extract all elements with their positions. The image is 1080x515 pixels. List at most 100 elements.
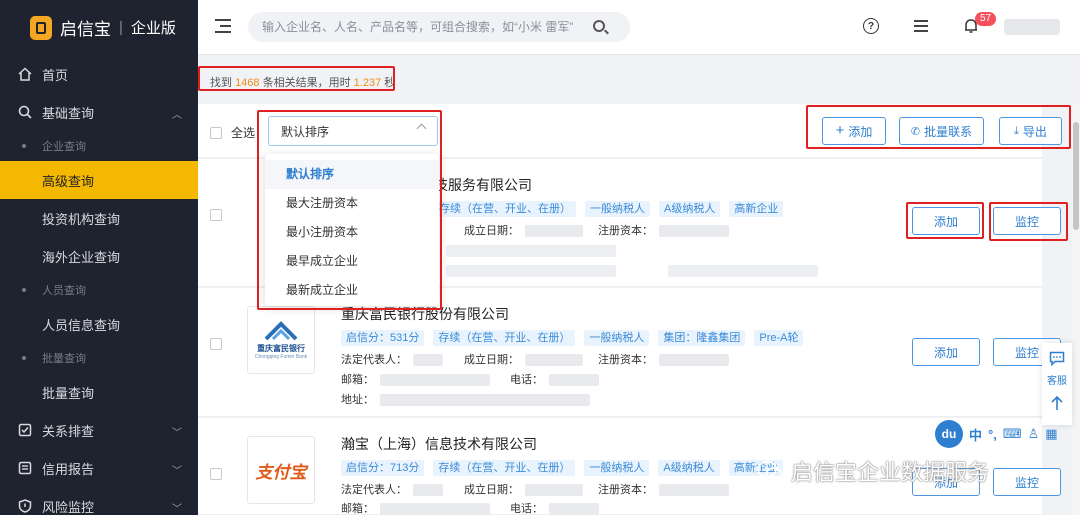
sidebar-item-credit-report[interactable]: 信用报告 ﹀	[0, 449, 198, 487]
sort-option-max-capital[interactable]: 最大注册资本	[265, 189, 439, 218]
logo-text: 支付宝	[255, 462, 307, 482]
add-button[interactable]: + 添加	[822, 117, 886, 145]
sidebar-item-risk-monitor[interactable]: 风险监控 ﹀	[0, 487, 198, 515]
chevron-down-icon: ﹀	[172, 466, 182, 477]
brand-name: 启信宝	[60, 20, 111, 39]
sidebar-item-label: 首页	[42, 67, 69, 83]
chevron-up-icon: ︿	[172, 110, 182, 121]
redacted-info	[668, 265, 818, 277]
keyboard-icon[interactable]: ⌨	[1003, 426, 1022, 442]
sort-option-newest[interactable]: 最新成立企业	[265, 276, 439, 305]
tag: 启信分：531分	[341, 330, 425, 346]
row-checkbox[interactable]	[210, 209, 222, 221]
user-icon[interactable]: ♙	[1028, 426, 1040, 442]
add-button[interactable]: 添加	[912, 338, 980, 366]
company-name[interactable]: 瀚宝（上海）信息技术有限公司	[341, 434, 537, 454]
tag: 一般纳税人	[585, 201, 650, 217]
sidebar-item-label: 信用报告	[42, 461, 95, 477]
monitor-button[interactable]: 监控	[993, 468, 1061, 496]
sidebar-group-batch: 批量查询	[0, 343, 198, 373]
service-label[interactable]: 客服	[1047, 372, 1067, 387]
sidebar-item-batch-query[interactable]: 批量查询	[0, 373, 198, 411]
plus-icon: +	[835, 122, 845, 139]
sort-option-earliest[interactable]: 最早成立企业	[265, 247, 439, 276]
sidebar-item-overseas-query[interactable]: 海外企业查询	[0, 237, 198, 275]
brand-separator: |	[119, 19, 123, 36]
help-icon[interactable]: ?	[863, 18, 879, 34]
tag: Pre-A轮	[754, 330, 804, 346]
row-checkbox[interactable]	[210, 338, 222, 350]
sidebar-item-label: 风险监控	[42, 499, 95, 515]
result-bar: 找到 1468 条相关结果，用时 1.237 秒	[198, 56, 1080, 102]
monitor-button[interactable]: 监控	[993, 207, 1061, 235]
sidebar-item-investor-query[interactable]: 投资机构查询	[0, 199, 198, 237]
sidebar-group-company: 企业查询	[0, 131, 198, 161]
select-all-label: 全选	[231, 126, 256, 140]
sort-option-min-capital[interactable]: 最小注册资本	[265, 218, 439, 247]
sort-dropdown: 默认排序 最大注册资本 最小注册资本 最早成立企业 最新成立企业	[265, 154, 439, 306]
founded-date: 成立日期：	[464, 481, 583, 497]
select-all[interactable]: 全选	[210, 124, 255, 141]
search-icon[interactable]	[593, 20, 605, 32]
sort-select-value: 默认排序	[281, 124, 330, 139]
sidebar-item-basic-query[interactable]: 基础查询 ︿	[0, 93, 198, 131]
download-icon: ⤓	[1014, 124, 1019, 137]
grid-icon[interactable]: ▦	[1045, 426, 1057, 442]
company-logo: 重庆富民银行 Chongqing Fumin Bank	[247, 306, 315, 374]
scrollbar-thumb[interactable]	[1073, 122, 1079, 230]
notification-badge: 57	[975, 12, 997, 26]
company-name[interactable]: 重庆富民银行股份有限公司	[341, 304, 509, 324]
row-checkbox[interactable]	[210, 468, 222, 480]
tag: 启信分：713分	[341, 460, 425, 476]
ime-toolbar: du 中 °, ⌨ ♙ ▦	[935, 420, 1058, 448]
sort-option-default[interactable]: 默认排序	[265, 160, 439, 189]
user-name-redacted[interactable]	[1004, 19, 1060, 35]
sidebar-item-person-info[interactable]: 人员信息查询	[0, 305, 198, 343]
sidebar-item-home[interactable]: 首页	[0, 55, 198, 93]
company-tags: 启信分：531分 存续（在营、开业、在册） 一般纳税人 集团：隆鑫集团 Pre-…	[341, 330, 804, 346]
punctuation-icon[interactable]: °,	[988, 427, 997, 442]
add-button[interactable]: 添加	[912, 207, 980, 235]
sidebar: 启信宝 | 企业版 首页 基础查询 ︿ 企业查询 高级查询 投资机构查询 海外企…	[0, 0, 198, 515]
sidebar-item-label: 关系排查	[42, 423, 95, 439]
arrow-up-icon[interactable]	[1050, 395, 1064, 414]
chat-icon[interactable]	[1049, 351, 1065, 369]
result-summary: 找到 1468 条相关结果，用时 1.237 秒	[210, 77, 396, 89]
sidebar-item-label: 基础查询	[42, 105, 95, 121]
watermark: 启信宝企业数据服务	[757, 455, 989, 487]
shield-icon	[18, 499, 32, 513]
tag: 存续（在营、开业、在册）	[433, 330, 576, 346]
ime-language[interactable]: 中	[969, 425, 982, 444]
sidebar-item-relation-check[interactable]: 关系排查 ﹀	[0, 411, 198, 449]
founded-date: 成立日期：	[464, 351, 583, 367]
topbar: ? 57	[198, 0, 1080, 55]
sidebar-item-advanced-query[interactable]: 高级查询	[0, 161, 198, 199]
search-input[interactable]	[248, 12, 630, 42]
report-icon	[18, 461, 32, 475]
brand[interactable]: 启信宝 | 企业版	[0, 0, 198, 55]
sort-select[interactable]: 默认排序	[268, 116, 438, 146]
menu-toggle-icon[interactable]	[215, 19, 231, 33]
legal-representative: 法定代表人：	[341, 481, 443, 497]
logo-text: 重庆富民银行	[257, 343, 305, 353]
company-tags: 存续（在营、开业、在册） 一般纳税人 A级纳税人 高新企业	[434, 201, 784, 217]
wechat-icon	[757, 460, 783, 481]
brand-edition: 企业版	[130, 20, 176, 37]
select-all-checkbox[interactable]	[210, 126, 222, 139]
export-button[interactable]: ⤓ 导出	[999, 117, 1062, 145]
chevron-up-icon	[416, 123, 427, 134]
tag: 存续（在营、开业、在册）	[433, 460, 576, 476]
registered-capital: 注册资本：	[598, 222, 729, 238]
tag: 一般纳税人	[584, 460, 650, 476]
email: 邮箱：	[341, 500, 490, 515]
legal-representative: 法定代表人：	[341, 351, 443, 367]
logo-subtext: Chongqing Fumin Bank	[254, 353, 308, 360]
chevron-down-icon: ﹀	[172, 504, 182, 515]
tag: 一般纳税人	[584, 330, 650, 346]
company-name[interactable]: 技服务有限公司	[434, 175, 532, 195]
list-icon[interactable]	[913, 20, 929, 32]
bank-logo-icon	[264, 320, 298, 340]
du-logo-icon[interactable]: du	[935, 420, 963, 448]
redacted-info	[446, 265, 616, 277]
batch-contact-button[interactable]: ✆ 批量联系	[899, 117, 984, 145]
